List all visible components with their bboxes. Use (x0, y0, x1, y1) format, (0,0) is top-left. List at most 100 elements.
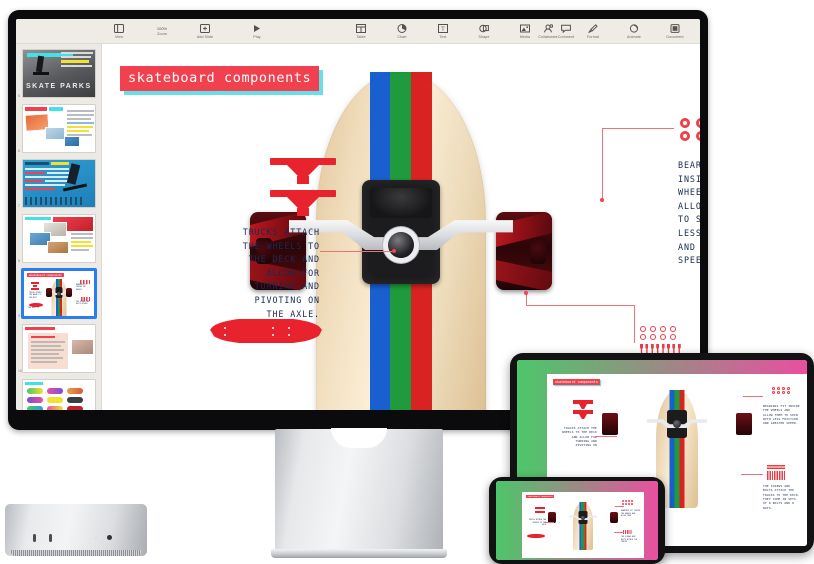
toolbar-left-group: View 100% Zoom Add Slide (104, 23, 220, 39)
usb-c-port-left (33, 534, 36, 542)
toolbar-collaborate-group: Collaborate (526, 23, 570, 39)
sd-card-slot (107, 535, 112, 540)
leader-line-baseplate-h (526, 305, 634, 307)
iphone-screen: Presentations (496, 481, 658, 560)
bearing-ring-icon (696, 118, 700, 128)
chart-label: Chart (397, 34, 407, 39)
view-panel-icon (114, 23, 125, 33)
bearing-ring-icon (696, 131, 700, 141)
chart-icon (397, 23, 408, 33)
animate-label: Animate (627, 34, 641, 39)
nut-icon (670, 326, 676, 332)
iphone-body: skateboard components TRUCKS ATTACH THE … (496, 481, 658, 560)
list-item[interactable]: 7 (18, 159, 97, 208)
toolbar-play-group: Play (242, 23, 272, 39)
device-lineup-scene: View 100% Zoom Add Slide Play Table Char… (0, 0, 814, 564)
thumbnail-deck-gallery[interactable] (22, 379, 96, 410)
slide-number: 9 (18, 314, 20, 318)
shape-label: Shape (478, 34, 490, 39)
iphone-slide-navigator[interactable] (496, 481, 658, 560)
thumbnail-skateboard-components[interactable]: skateboard components TRUCKS ATTACH THE … (22, 269, 96, 318)
truck-icon (270, 190, 336, 216)
iphone: Presentations (489, 477, 665, 564)
list-item[interactable]: 11 (22, 379, 97, 410)
list-item[interactable] (496, 481, 658, 560)
document-button[interactable]: Document (660, 23, 690, 39)
deck-silhouette-graphic (210, 319, 322, 343)
bearing-ring-icon (680, 131, 690, 141)
list-item[interactable]: skateboard components TRUCKS ATTACH THE … (18, 269, 97, 318)
leader-dot-trucks (392, 249, 396, 253)
thumbnail-photo-collage[interactable] (22, 104, 96, 153)
text-icon: T (438, 23, 449, 33)
view-label: View (114, 34, 124, 39)
kingpin-nut (388, 232, 414, 258)
add-slide-icon (200, 23, 211, 33)
annotation-bearings[interactable]: BEARINGS FIT INSIDE THE WHEELS AND ALLOW… (678, 159, 700, 268)
zoom-control[interactable]: 100% Zoom (145, 26, 179, 37)
play-button[interactable]: Play (242, 23, 272, 39)
leader-line-screws-v (634, 305, 636, 343)
document-icon (670, 23, 681, 33)
list-item[interactable]: 8 (18, 214, 97, 263)
display-stand-foot (271, 549, 447, 558)
slide-title[interactable]: skateboard components (120, 66, 320, 91)
view-button[interactable]: View (104, 23, 134, 39)
list-item[interactable]: 6 (18, 104, 97, 153)
text-button[interactable]: T Text (428, 23, 458, 39)
status-led (95, 537, 97, 539)
display-stand-neck (275, 428, 443, 551)
thumbnail-product-photos[interactable] (22, 214, 96, 263)
collaborate-button[interactable]: Collaborate (526, 23, 570, 39)
annotation-trucks[interactable]: TRUCKS ATTACH THE WHEELS TO THE DECK AND… (198, 226, 320, 321)
leader-dot-baseplate (524, 291, 528, 295)
nut-icon (670, 334, 676, 340)
nut-icon (660, 326, 666, 332)
truck-icon (270, 158, 336, 184)
ipad-slide-title: skateboard components (553, 379, 600, 385)
animate-button[interactable]: Animate (619, 23, 649, 39)
stand-notch (331, 428, 387, 448)
play-label: Play (253, 34, 261, 39)
nut-icon (650, 326, 656, 332)
document-label: Document (666, 34, 684, 39)
format-brush-icon (588, 23, 599, 33)
svg-text:T: T (441, 26, 445, 32)
usb-c-port-right (49, 534, 52, 542)
collaborate-icon (543, 23, 554, 33)
shape-icon (479, 23, 490, 33)
table-button[interactable]: Table (346, 23, 376, 39)
thumbnail-skate-parks[interactable]: SKATE PARKS (22, 49, 96, 98)
bearing-rings-graphic (680, 118, 700, 141)
thumbnail-blue-timeline[interactable] (22, 159, 96, 208)
zoom-value: 100% (156, 25, 168, 31)
add-slide-label: Add Slide (196, 34, 214, 39)
truck-icon-pair (270, 158, 336, 220)
thumbnail-list-slide[interactable] (22, 324, 96, 373)
table-label: Table (356, 34, 366, 39)
nut-icon (650, 334, 656, 340)
leader-dot-bearings (600, 198, 604, 202)
list-item[interactable]: 10 (18, 324, 97, 373)
chart-button[interactable]: Chart (387, 23, 417, 39)
collaborate-label: Collaborate (538, 34, 558, 39)
leader-line-bearings-h (602, 128, 674, 130)
toolbar-right-group: Format Animate Document (578, 23, 690, 39)
table-icon (356, 23, 367, 33)
iphone-current-slide[interactable]: skateboard components TRUCKS ATTACH THE … (522, 492, 644, 558)
leader-line-bearings-v (602, 128, 604, 200)
format-button[interactable]: Format (578, 23, 608, 39)
add-slide-button[interactable]: Add Slide (190, 23, 220, 39)
slide-number: 8 (18, 259, 20, 263)
nut-icon (640, 326, 646, 332)
display-screen: View 100% Zoom Add Slide Play Table Char… (16, 19, 700, 410)
slide-number: 5 (18, 94, 20, 98)
slide-navigator[interactable]: SKATE PARKS 5 6 7 8 skateboard component… (16, 44, 102, 410)
nut-icon (660, 334, 666, 340)
nut-icon (640, 334, 646, 340)
play-icon (252, 23, 263, 33)
slide-number: 6 (18, 149, 20, 153)
shape-button[interactable]: Shape (469, 23, 499, 39)
list-item[interactable]: SKATE PARKS 5 (18, 49, 97, 98)
animate-icon (629, 23, 640, 33)
